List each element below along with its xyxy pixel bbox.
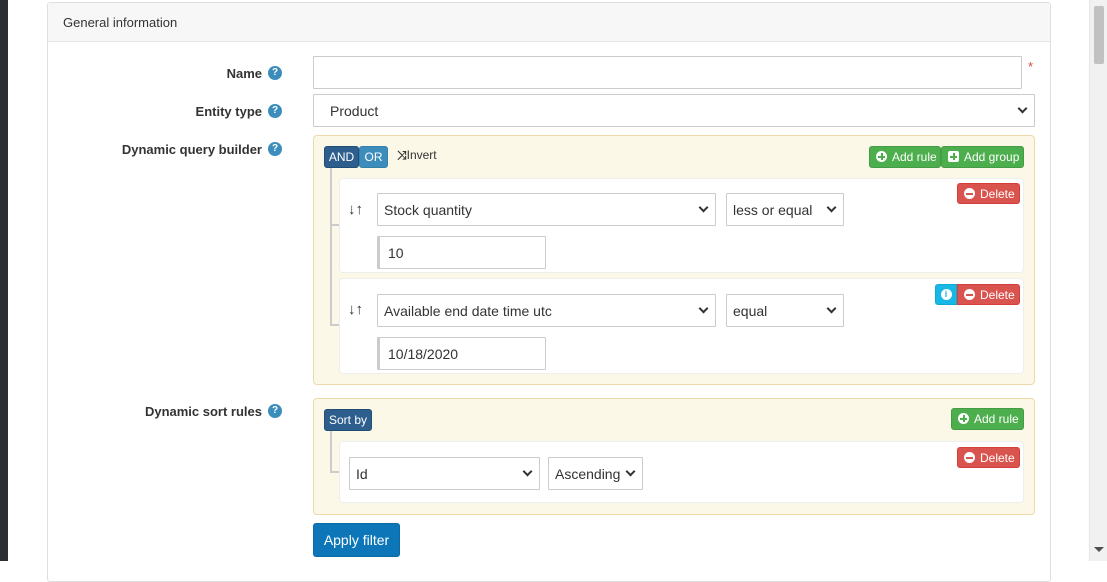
chevron-down-icon [826,202,837,213]
entity-type-value: Product [330,103,379,119]
chevron-down-icon [522,466,533,477]
sort-rules-label-group: Dynamic sort rules ? [60,402,282,422]
minus-circle-icon [964,188,975,200]
sort-direction-select[interactable]: Ascending [548,457,643,490]
and-button[interactable]: AND [324,146,359,168]
rule-operator-select[interactable]: less or equal [726,193,844,226]
name-label-group: Name ? [60,64,282,84]
rule-field-select[interactable]: Available end date time utc [377,294,716,327]
name-label: Name [226,66,262,81]
or-button[interactable]: OR [359,146,388,168]
rule-value-input[interactable] [377,337,546,370]
query-rule: ↓↑ Available end date time utc equal i D… [339,278,1024,374]
vertical-scrollbar[interactable] [1089,0,1107,561]
rule-value-input[interactable] [377,236,546,269]
add-rule-label: Add rule [974,412,1019,426]
question-circle-icon[interactable]: ? [268,142,282,156]
delete-rule-button[interactable]: Delete [957,183,1020,204]
sort-field-value: Id [356,466,368,482]
query-rule: ↓↑ Stock quantity less or equal Delete [339,178,1024,273]
chevron-down-icon [1017,103,1028,114]
sort-direction-value: Ascending [555,466,621,482]
rule-field-value: Stock quantity [384,202,472,218]
plus-circle-icon [958,413,969,425]
add-group-label: Add group [964,150,1020,164]
query-builder-label: Dynamic query builder [121,142,262,157]
drag-sort-icon[interactable]: ↓↑ [348,301,363,318]
drag-sort-icon[interactable]: ↓↑ [348,201,363,218]
chevron-down-icon [826,303,837,314]
plus-circle-icon [876,151,887,163]
invert-toggle[interactable]: ⤨Invert [397,148,437,163]
chevron-down-icon [698,202,709,213]
tree-connector [330,431,332,473]
plus-square-icon [948,151,959,163]
chevron-down-icon [625,466,636,477]
sort-rule: Id Ascending Delete [339,441,1024,503]
rule-info-button[interactable]: i [935,284,957,305]
delete-sort-rule-button[interactable]: Delete [957,447,1020,468]
sort-by-button[interactable]: Sort by [324,409,372,431]
add-rule-label: Add rule [892,150,937,164]
query-builder-label-group: Dynamic query builder ? [60,140,282,160]
minus-circle-icon [964,289,975,301]
scroll-down-arrow-icon[interactable] [1094,547,1104,552]
card-header[interactable]: General information [48,3,1050,42]
window-left-edge [0,0,8,561]
chevron-down-icon [698,303,709,314]
apply-filter-button[interactable]: Apply filter [313,523,400,557]
entity-type-label: Entity type [195,104,262,119]
add-sort-rule-button[interactable]: Add rule [951,408,1024,430]
rule-field-value: Available end date time utc [384,303,552,319]
tree-connector [330,168,332,326]
question-circle-icon[interactable]: ? [268,66,282,80]
rule-operator-value: less or equal [733,202,813,218]
add-rule-button[interactable]: Add rule [869,146,941,168]
invert-label: Invert [406,148,437,162]
name-input[interactable] [313,56,1022,89]
delete-label: Delete [980,288,1015,302]
shuffle-icon: ⤨ [397,148,407,162]
card-title: General information [63,15,178,30]
sort-rules-label: Dynamic sort rules [144,404,262,419]
minus-circle-icon [964,452,975,464]
entity-type-select[interactable]: Product [313,94,1035,127]
question-circle-icon[interactable]: ? [268,104,282,118]
sort-field-select[interactable]: Id [349,457,540,490]
rule-operator-select[interactable]: equal [726,294,844,327]
delete-label: Delete [980,187,1015,201]
required-asterisk: * [1028,59,1034,74]
info-circle-icon: i [940,289,952,301]
rule-operator-value: equal [733,303,768,319]
delete-rule-button[interactable]: Delete [957,284,1020,305]
rule-field-select[interactable]: Stock quantity [377,193,716,226]
delete-label: Delete [980,451,1015,465]
question-circle-icon[interactable]: ? [268,404,282,418]
scrollbar-thumb[interactable] [1094,6,1104,64]
add-group-button[interactable]: Add group [941,146,1024,168]
entity-type-label-group: Entity type ? [60,102,282,122]
